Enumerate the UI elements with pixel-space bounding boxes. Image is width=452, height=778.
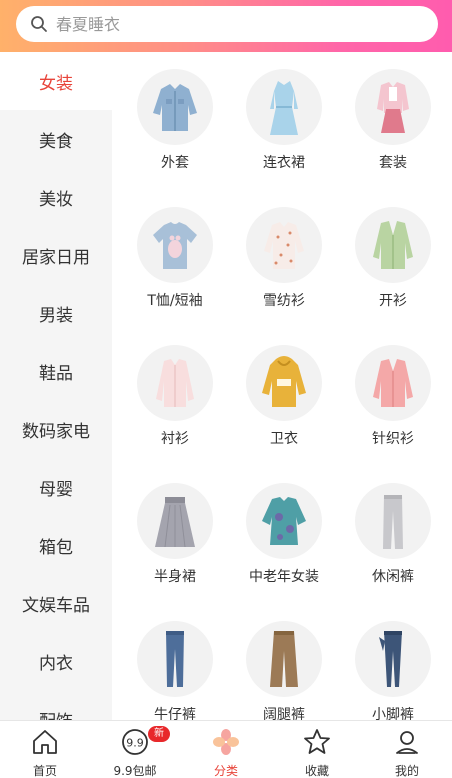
hoodie-icon	[246, 345, 322, 421]
cardigan-icon	[355, 207, 431, 283]
new-badge: 新	[148, 726, 170, 742]
bottom-tab-bar: 首页 9.9 新 9.9包邮 分类 收藏 我的	[0, 720, 452, 778]
jeans-icon	[137, 621, 213, 697]
category-label: 外套	[161, 155, 189, 171]
tshirt-icon	[137, 207, 213, 283]
category-label: 套装	[379, 155, 407, 171]
sidebar-item-underwear[interactable]: 内衣	[0, 632, 112, 690]
chiffon-shirt-icon	[246, 207, 322, 283]
wide-leg-pants-icon	[246, 621, 322, 697]
skirt-icon	[137, 483, 213, 559]
sidebar-item-baby[interactable]: 母婴	[0, 458, 112, 516]
category-item-hoodie[interactable]: 卫衣	[229, 328, 339, 466]
category-label: 阔腿裤	[263, 707, 305, 720]
sidebar-item-beauty[interactable]: 美妆	[0, 168, 112, 226]
category-item-tshirt[interactable]: T恤/短袖	[120, 190, 230, 328]
category-label: 中老年女装	[249, 569, 319, 585]
category-item-skirt[interactable]: 半身裙	[120, 466, 230, 604]
shirt-icon	[137, 345, 213, 421]
suit-set-icon	[355, 69, 431, 145]
sidebar-item-accessories[interactable]: 配饰	[0, 690, 112, 721]
category-label: T恤/短袖	[147, 293, 203, 309]
category-item-chiffon[interactable]: 雪纺衫	[229, 190, 339, 328]
category-label: 雪纺衫	[263, 293, 305, 309]
category-label: 开衫	[379, 293, 407, 309]
senior-blouse-icon	[246, 483, 322, 559]
sidebar-item-home[interactable]: 居家日用	[0, 226, 112, 284]
tab-favorites[interactable]: 收藏	[272, 721, 362, 778]
category-item-casual-pants[interactable]: 休闲裤	[338, 466, 448, 604]
denim-jacket-icon	[137, 69, 213, 145]
category-item-jeans[interactable]: 牛仔裤	[120, 604, 230, 720]
category-label: 卫衣	[270, 431, 298, 447]
svg-text:9.9: 9.9	[126, 737, 144, 750]
tab-label: 分类	[213, 764, 238, 778]
search-icon	[26, 11, 52, 37]
category-label: 衬衫	[161, 431, 189, 447]
category-label: 小脚裤	[372, 707, 414, 720]
sidebar-item-shoes[interactable]: 鞋品	[0, 342, 112, 400]
header-bar	[0, 0, 452, 52]
sidebar-item-electronics[interactable]: 数码家电	[0, 400, 112, 458]
dress-icon	[246, 69, 322, 145]
search-bar[interactable]	[16, 6, 438, 42]
category-sidebar: 女装 美食 美妆 居家日用 男装 鞋品 数码家电 母婴 箱包 文娱车品 内衣 配…	[0, 52, 112, 720]
sidebar-item-women[interactable]: 女装	[0, 52, 112, 110]
category-item-shirt[interactable]: 衬衫	[120, 328, 230, 466]
category-item-coat[interactable]: 外套	[120, 52, 230, 190]
category-label: 半身裙	[154, 569, 196, 585]
category-item-knit[interactable]: 针织衫	[338, 328, 448, 466]
sidebar-item-entertainment-auto[interactable]: 文娱车品	[0, 574, 112, 632]
category-item-dress[interactable]: 连衣裙	[229, 52, 339, 190]
user-icon	[396, 731, 418, 754]
category-label: 针织衫	[372, 431, 414, 447]
tab-label: 9.9包邮	[113, 764, 157, 778]
search-input[interactable]	[56, 14, 438, 34]
tab-home[interactable]: 首页	[0, 721, 90, 778]
tab-label: 我的	[394, 764, 419, 778]
category-item-cardigan[interactable]: 开衫	[338, 190, 448, 328]
category-label: 牛仔裤	[154, 707, 196, 720]
sidebar-item-food[interactable]: 美食	[0, 110, 112, 168]
skinny-pants-icon	[355, 621, 431, 697]
casual-pants-icon	[355, 483, 431, 559]
knit-sweater-icon	[355, 345, 431, 421]
tab-nine-nine[interactable]: 9.9 新 9.9包邮	[90, 721, 180, 778]
sidebar-item-men[interactable]: 男装	[0, 284, 112, 342]
tab-mine[interactable]: 我的	[362, 721, 452, 778]
category-item-senior-women[interactable]: 中老年女装	[229, 466, 339, 604]
home-icon	[33, 730, 57, 754]
sidebar-item-bags[interactable]: 箱包	[0, 516, 112, 574]
category-label: 休闲裤	[372, 569, 414, 585]
category-item-suit-set[interactable]: 套装	[338, 52, 448, 190]
category-item-skinny[interactable]: 小脚裤	[338, 604, 448, 720]
category-grid: 外套 连衣裙 套装 T恤/短袖 雪纺衫 开衫 衬衫 卫衣 针织衫 半身裙 中老年…	[112, 52, 452, 720]
category-icon	[213, 729, 239, 755]
category-label: 连衣裙	[263, 155, 305, 171]
star-icon	[304, 729, 330, 754]
tab-category[interactable]: 分类	[181, 721, 271, 778]
tab-label: 收藏	[304, 764, 329, 778]
category-item-wide-leg[interactable]: 阔腿裤	[229, 604, 339, 720]
nine-nine-icon: 9.9	[122, 729, 148, 755]
tab-label: 首页	[32, 764, 57, 778]
